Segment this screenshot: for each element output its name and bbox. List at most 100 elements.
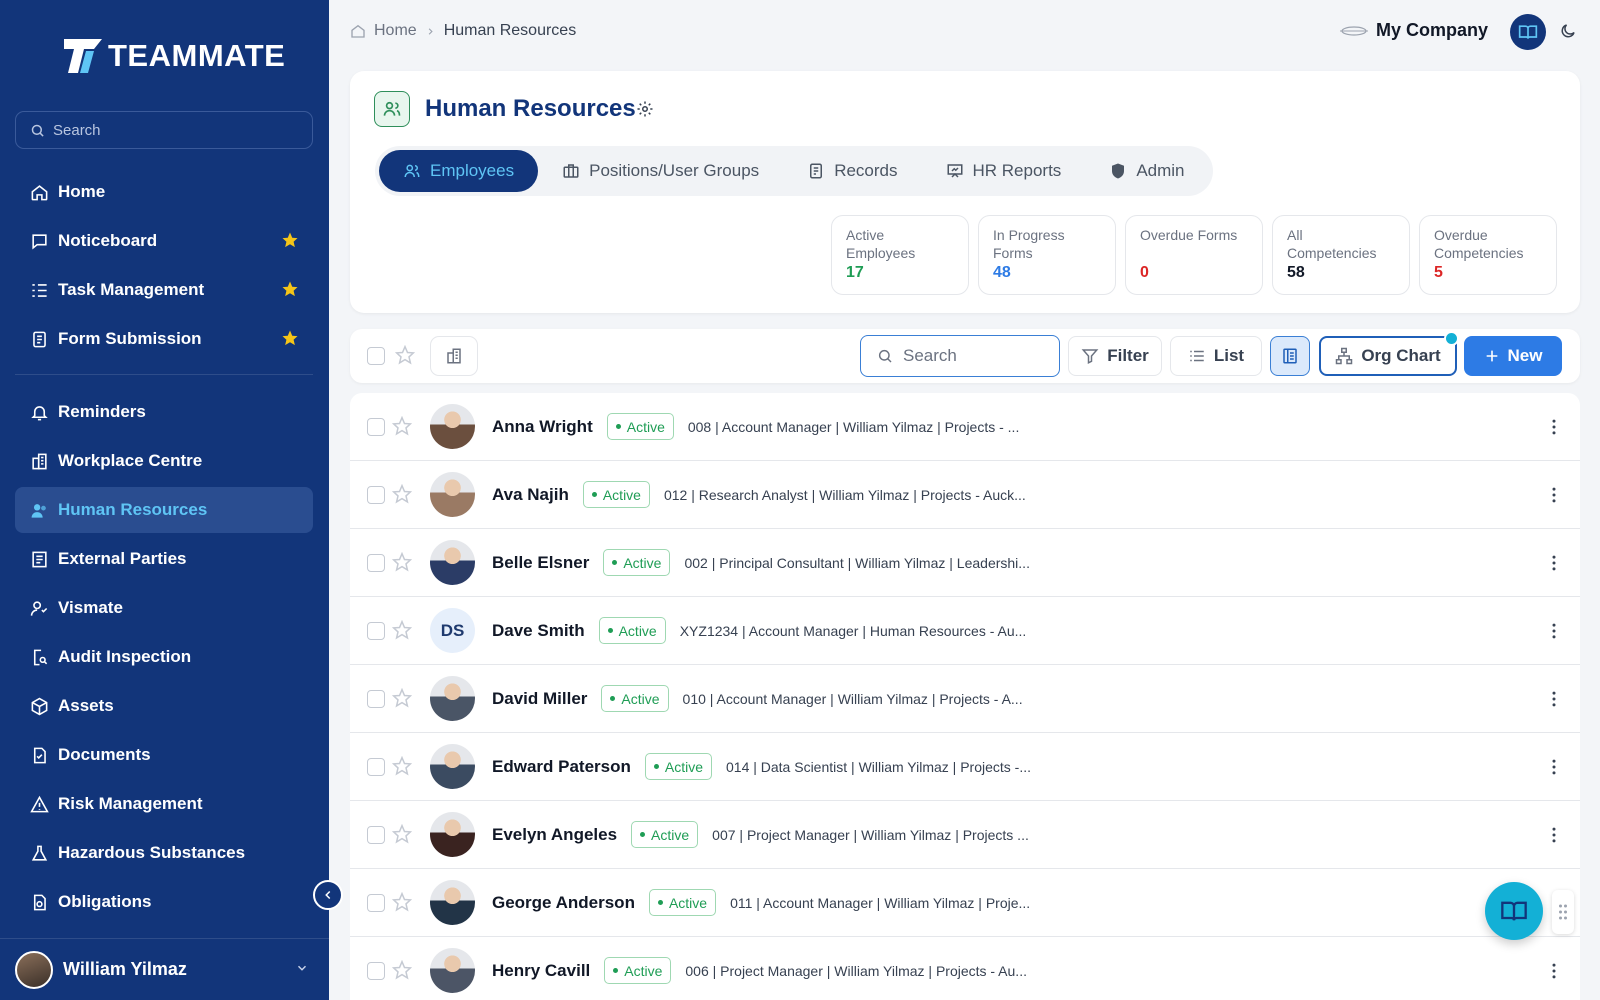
sidebar-item-documents[interactable]: Documents [15, 732, 313, 778]
card-view-toggle[interactable] [1270, 336, 1310, 376]
sidebar-item-task-management[interactable]: Task Management [15, 267, 313, 313]
employee-name[interactable]: Ava Najih [492, 485, 569, 505]
star-outline-icon[interactable] [392, 892, 412, 912]
employee-row[interactable]: Evelyn Angeles Active 007 | Project Manage… [350, 801, 1580, 869]
sidebar-item-external-parties[interactable]: External Parties [15, 536, 313, 582]
more-vertical-icon[interactable] [1544, 485, 1564, 505]
sidebar-item-human-resources[interactable]: Human Resources [15, 487, 313, 533]
sidebar-collapse-button[interactable] [313, 880, 343, 910]
avatar[interactable] [430, 472, 475, 517]
employee-row[interactable]: Edward Paterson Active 014 | Data Scientis… [350, 733, 1580, 801]
sidebar-item-form-submission[interactable]: Form Submission [15, 316, 313, 362]
stat-active-employees[interactable]: Active Employees 17 [831, 215, 969, 295]
row-checkbox[interactable] [367, 690, 385, 708]
drag-handle[interactable] [1552, 890, 1574, 934]
stat-in-progress-forms[interactable]: In Progress Forms 48 [978, 215, 1116, 295]
employee-row[interactable]: Ava Najih Active 012 | Research Analyst | … [350, 461, 1580, 529]
employee-name[interactable]: Dave Smith [492, 621, 585, 641]
star-outline-icon[interactable] [392, 620, 412, 640]
group-by-button[interactable] [430, 336, 478, 376]
sidebar-item-audit-inspection[interactable]: Audit Inspection [15, 634, 313, 680]
star-outline-icon[interactable] [392, 688, 412, 708]
row-checkbox[interactable] [367, 758, 385, 776]
sidebar-item-risk-management[interactable]: Risk Management [15, 781, 313, 827]
employee-row[interactable]: Belle Elsner Active 002 | Principal Consul… [350, 529, 1580, 597]
home-icon[interactable] [350, 23, 366, 39]
tab-admin[interactable]: Admin [1085, 150, 1208, 192]
employee-name[interactable]: Anna Wright [492, 417, 593, 437]
sidebar-item-obligations[interactable]: Obligations [15, 879, 313, 925]
moon-icon[interactable] [1559, 22, 1577, 40]
avatar[interactable] [430, 540, 475, 585]
star-outline-icon[interactable] [392, 824, 412, 844]
sidebar-item-assets[interactable]: Assets [15, 683, 313, 729]
more-vertical-icon[interactable] [1544, 757, 1564, 777]
list-search-input[interactable]: Search [860, 335, 1060, 377]
star-outline-icon[interactable] [392, 416, 412, 436]
more-vertical-icon[interactable] [1544, 553, 1564, 573]
stat-overdue-competencies[interactable]: Overdue Competencies 5 [1419, 215, 1557, 295]
org-chart-button[interactable]: Org Chart [1319, 336, 1457, 376]
stat-all-competencies[interactable]: All Competencies 58 [1272, 215, 1410, 295]
breadcrumb-home-link[interactable]: Home [374, 22, 417, 40]
user-menu[interactable]: William Yilmaz [0, 938, 329, 1000]
sidebar-item-vismate[interactable]: Vismate [15, 585, 313, 631]
star-filled-icon[interactable] [281, 280, 299, 298]
employee-name[interactable]: Edward Paterson [492, 757, 631, 777]
row-checkbox[interactable] [367, 826, 385, 844]
avatar[interactable] [430, 676, 475, 721]
tab-records[interactable]: Records [783, 150, 921, 192]
sidebar-item-noticeboard[interactable]: Noticeboard [15, 218, 313, 264]
employee-row[interactable]: Anna Wright Active 008 | Account Manager |… [350, 393, 1580, 461]
avatar[interactable] [430, 880, 475, 925]
row-checkbox[interactable] [367, 418, 385, 436]
avatar[interactable] [430, 948, 475, 993]
star-outline-icon[interactable] [392, 960, 412, 980]
sidebar-search-input[interactable]: Search [15, 111, 313, 149]
row-checkbox[interactable] [367, 486, 385, 504]
filter-button[interactable]: Filter [1068, 336, 1162, 376]
star-outline-icon[interactable] [392, 552, 412, 572]
employee-name[interactable]: Henry Cavill [492, 961, 590, 981]
avatar[interactable]: DS [430, 608, 475, 653]
help-guide-button[interactable] [1510, 14, 1546, 50]
star-filled-icon[interactable] [281, 231, 299, 249]
new-button[interactable]: New [1464, 336, 1562, 376]
employee-name[interactable]: George Anderson [492, 893, 635, 913]
tab-hr-reports[interactable]: HR Reports [922, 150, 1086, 192]
avatar[interactable] [430, 744, 475, 789]
star-outline-icon[interactable] [395, 345, 415, 365]
row-checkbox[interactable] [367, 622, 385, 640]
stat-overdue-forms[interactable]: Overdue Forms 0 [1125, 215, 1263, 295]
sidebar-item-hazardous-substances[interactable]: Hazardous Substances [15, 830, 313, 876]
employee-row[interactable]: David Miller Active 010 | Account Manager … [350, 665, 1580, 733]
star-outline-icon[interactable] [392, 756, 412, 776]
employee-name[interactable]: Evelyn Angeles [492, 825, 617, 845]
sidebar-item-reminders[interactable]: Reminders [15, 389, 313, 435]
sidebar-item-workplace-centre[interactable]: Workplace Centre [15, 438, 313, 484]
select-all-checkbox[interactable] [367, 347, 385, 365]
tab-positions-user-groups[interactable]: Positions/User Groups [538, 150, 783, 192]
company-switcher[interactable]: My Company [1340, 20, 1488, 41]
tab-employees[interactable]: Employees [379, 150, 539, 192]
row-checkbox[interactable] [367, 962, 385, 980]
sidebar-item-home[interactable]: Home [15, 169, 313, 215]
employee-row[interactable]: George Anderson Active 011 | Account Manag… [350, 869, 1580, 937]
gear-icon[interactable] [636, 100, 654, 118]
employee-row[interactable]: DS Dave Smith Active XYZ1234 | Account Mana… [350, 597, 1580, 665]
logo[interactable]: TEAMMATE [64, 38, 285, 74]
avatar[interactable] [430, 404, 475, 449]
more-vertical-icon[interactable] [1544, 825, 1564, 845]
employee-row[interactable]: Henry Cavill Active 006 | Project Manager … [350, 937, 1580, 1000]
list-view-button[interactable]: List [1170, 336, 1262, 376]
star-filled-icon[interactable] [281, 329, 299, 347]
employee-name[interactable]: Belle Elsner [492, 553, 589, 573]
more-vertical-icon[interactable] [1544, 417, 1564, 437]
row-checkbox[interactable] [367, 894, 385, 912]
more-vertical-icon[interactable] [1544, 689, 1564, 709]
employee-name[interactable]: David Miller [492, 689, 587, 709]
row-checkbox[interactable] [367, 554, 385, 572]
more-vertical-icon[interactable] [1544, 961, 1564, 981]
star-outline-icon[interactable] [392, 484, 412, 504]
help-fab-button[interactable] [1485, 882, 1543, 940]
